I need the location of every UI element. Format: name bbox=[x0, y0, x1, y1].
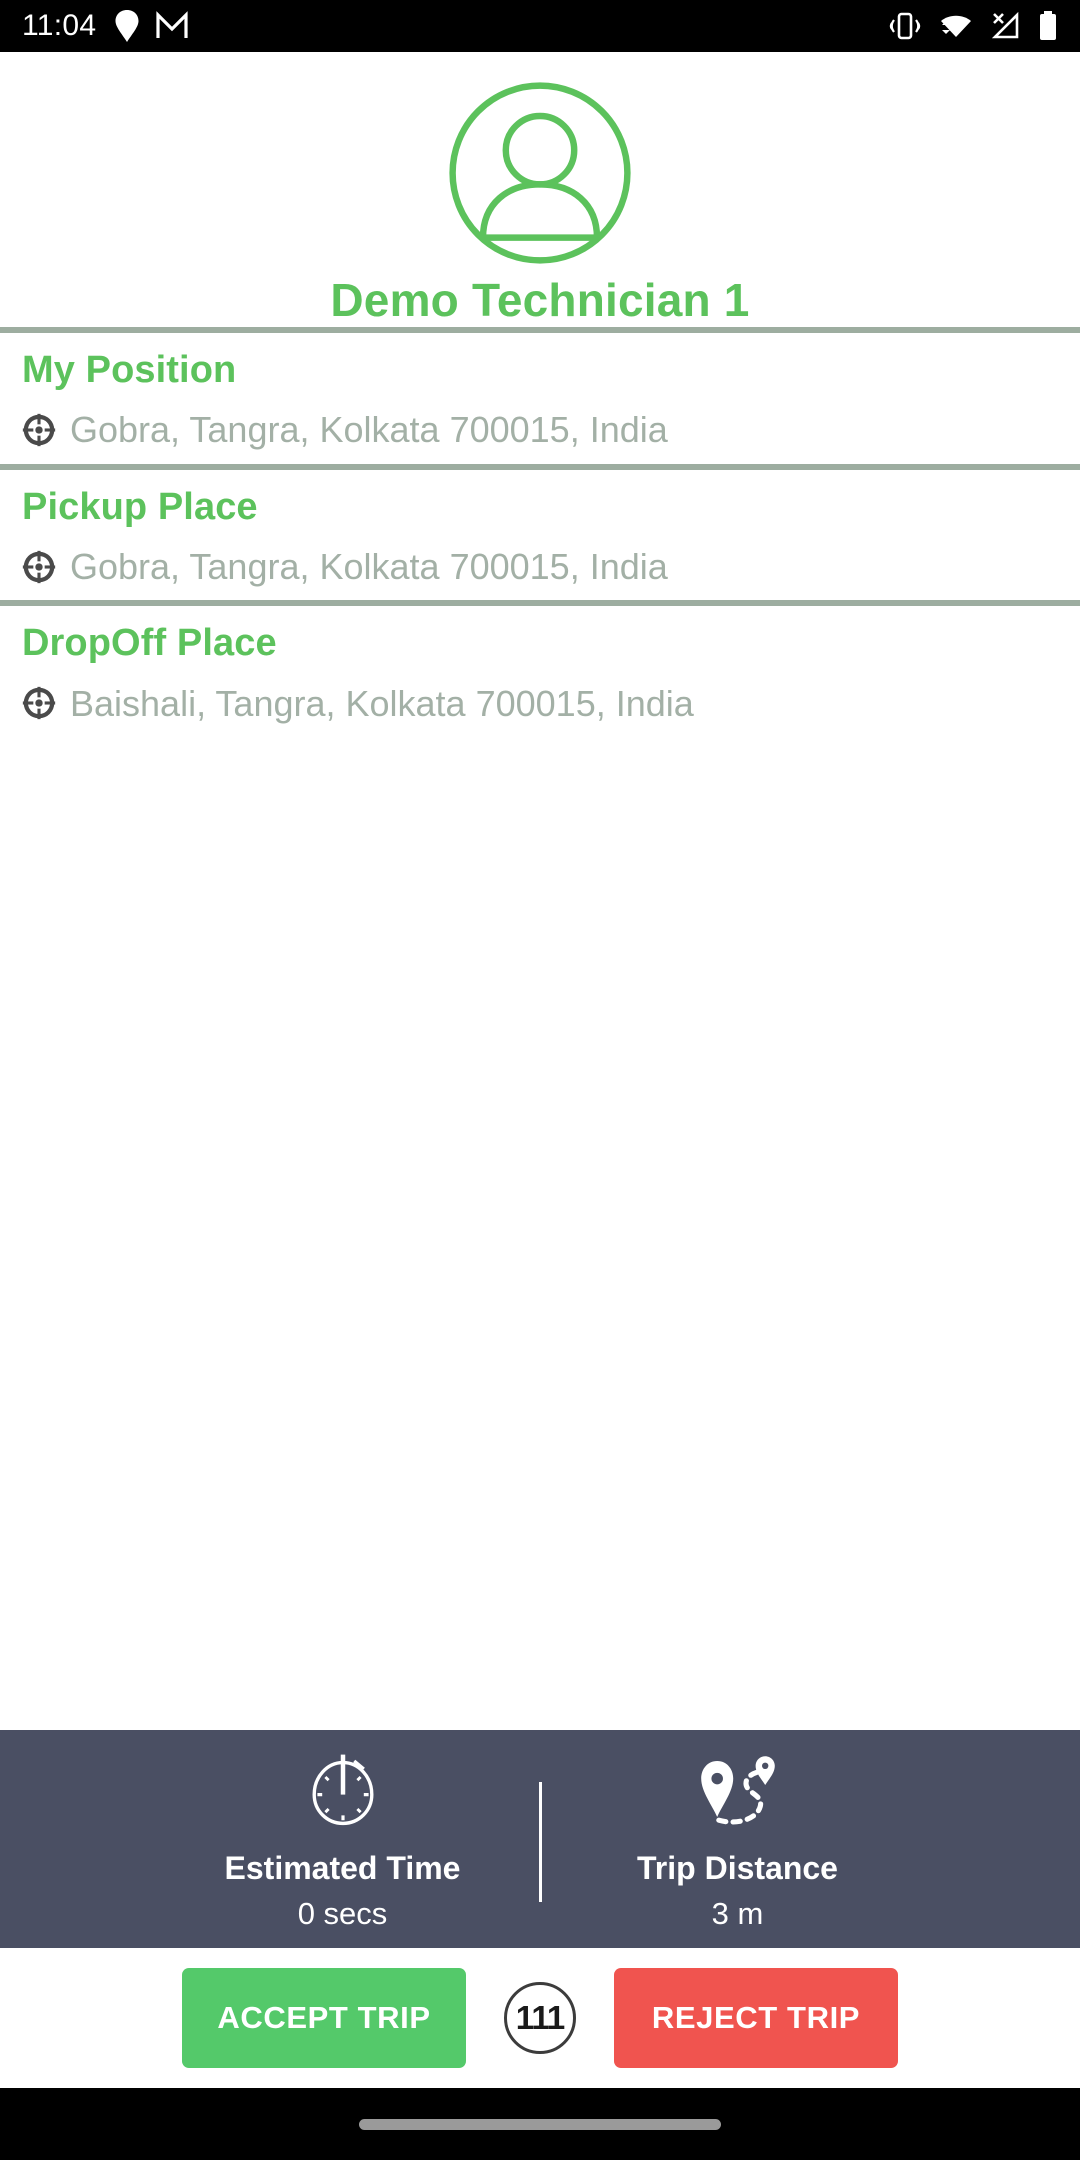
dropoff-place-address: Baishali, Tangra, Kolkata 700015, India bbox=[70, 682, 694, 724]
status-bar-clock: 11:04 bbox=[22, 9, 97, 42]
gmail-icon bbox=[156, 11, 188, 38]
estimated-time-value: 0 secs bbox=[297, 1895, 388, 1931]
route-pin-icon bbox=[700, 1756, 775, 1825]
route-pin-icon-wrap bbox=[692, 1753, 784, 1833]
dropoff-place-address-row[interactable]: Baishali, Tangra, Kolkata 700015, India bbox=[22, 682, 1058, 725]
status-bar-notification-icons bbox=[114, 9, 188, 43]
countdown-badge: 111 bbox=[504, 1982, 576, 2054]
estimated-time-label: Estimated Time bbox=[224, 1850, 461, 1887]
section-pickup-place: Pickup Place Gobra, Tangra, Kolkata 7000… bbox=[0, 469, 1080, 601]
trip-stats-panel: Estimated Time 0 secs Trip Distance 3 m bbox=[0, 1730, 1080, 1948]
crosshair-icon bbox=[22, 550, 56, 583]
crosshair-icon bbox=[22, 413, 56, 447]
crosshair-icon bbox=[22, 687, 56, 720]
section-dropoff-place: DropOff Place Baishali, Tangra, Kolkata … bbox=[0, 606, 1080, 737]
wifi-icon bbox=[941, 15, 971, 37]
dropoff-place-title: DropOff Place bbox=[22, 622, 277, 665]
app-screen: 11:04 Demo Technician 1 My Position Gobr… bbox=[0, 0, 1080, 2160]
countdown-value: 111 bbox=[515, 1999, 565, 2036]
pickup-place-address-row[interactable]: Gobra, Tangra, Kolkata 700015, India bbox=[22, 545, 1058, 588]
my-position-address: Gobra, Tangra, Kolkata 700015, India bbox=[70, 409, 668, 451]
home-gesture-pill[interactable] bbox=[359, 2118, 721, 2130]
reject-trip-button[interactable]: REJECT TRIP bbox=[614, 1968, 898, 2068]
user-avatar-icon bbox=[449, 82, 631, 264]
pickup-place-address: Gobra, Tangra, Kolkata 700015, India bbox=[70, 546, 668, 588]
system-nav-bar bbox=[0, 2088, 1080, 2160]
stats-separator bbox=[538, 1782, 542, 1902]
location-pin-icon bbox=[115, 10, 139, 42]
my-position-address-row[interactable]: Gobra, Tangra, Kolkata 700015, India bbox=[22, 408, 1058, 451]
battery-icon bbox=[1040, 11, 1056, 40]
section-my-position: My Position Gobra, Tangra, Kolkata 70001… bbox=[0, 332, 1080, 464]
my-position-title: My Position bbox=[22, 348, 237, 391]
pickup-place-title: Pickup Place bbox=[22, 485, 258, 528]
status-bar-system-icons bbox=[888, 10, 1058, 42]
accept-trip-button[interactable]: ACCEPT TRIP bbox=[182, 1968, 466, 2068]
stopwatch-icon bbox=[312, 1754, 373, 1826]
content-filler bbox=[0, 736, 1080, 1730]
trip-distance-label: Trip Distance bbox=[637, 1850, 838, 1887]
trip-distance-value: 3 m bbox=[711, 1895, 764, 1931]
trip-distance-stat: Trip Distance 3 m bbox=[548, 1753, 928, 1930]
vibrate-icon bbox=[889, 12, 921, 40]
profile-header: Demo Technician 1 bbox=[0, 52, 1080, 327]
estimated-time-stat: Estimated Time 0 secs bbox=[153, 1753, 533, 1930]
stopwatch-icon-wrap bbox=[304, 1753, 382, 1833]
no-signal-icon bbox=[991, 11, 1019, 39]
status-bar: 11:04 bbox=[0, 0, 1080, 52]
trip-action-bar: ACCEPT TRIP 111 REJECT TRIP bbox=[0, 1948, 1080, 2088]
technician-name: Demo Technician 1 bbox=[330, 274, 750, 326]
